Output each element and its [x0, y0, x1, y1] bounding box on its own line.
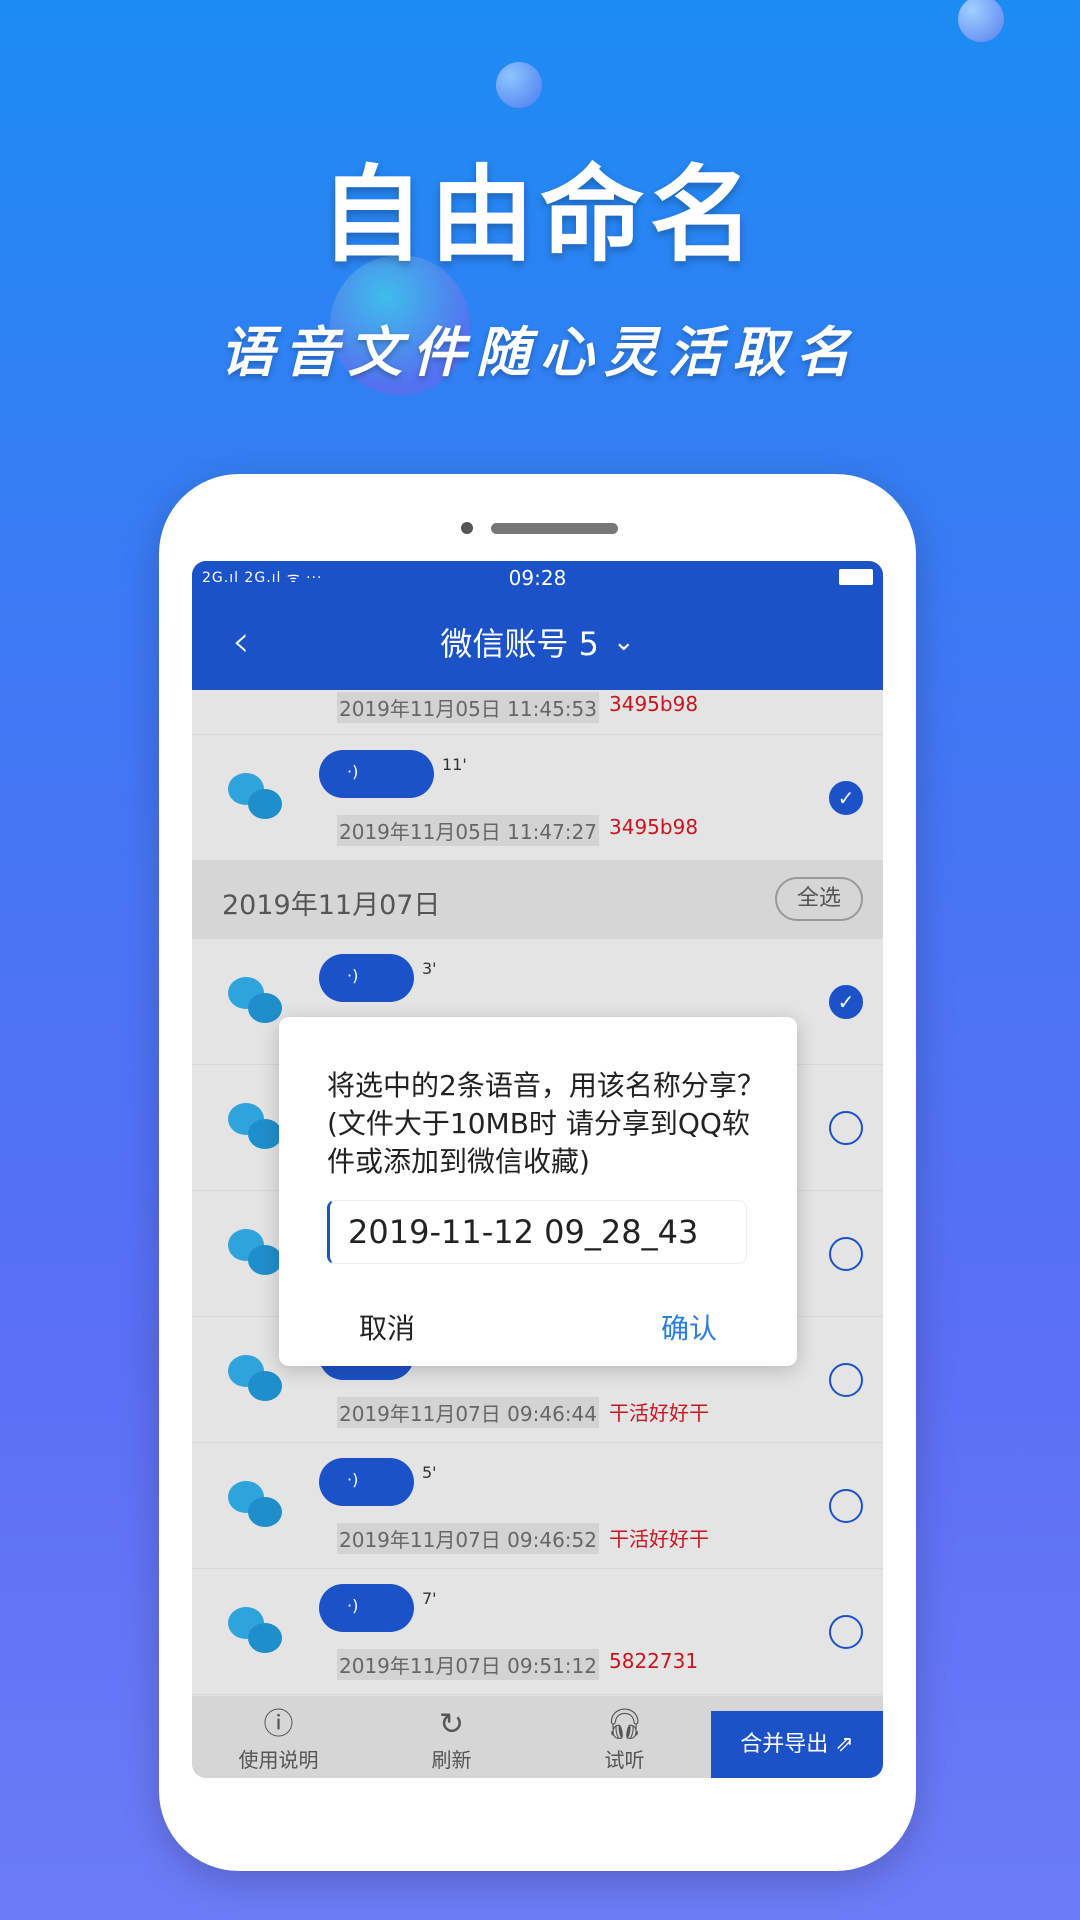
headphones-icon: 🎧︎: [605, 1707, 644, 1742]
date-label: 2019年11月07日: [222, 890, 441, 921]
rename-dialog: 将选中的2条语音，用该名称分享？(文件大于10MB时 请分享到QQ软件或添加到微…: [279, 1017, 797, 1366]
voice-play-button[interactable]: ·): [319, 750, 434, 798]
listen-label: 试听: [604, 1748, 645, 1772]
camera-dot: [461, 522, 473, 534]
filename-input[interactable]: 2019-11-12 09_28_43: [327, 1200, 747, 1264]
refresh-icon: ↻: [438, 1707, 465, 1742]
dialog-message: 将选中的2条语音，用该名称分享？(文件大于10MB时 请分享到QQ软件或添加到微…: [327, 1069, 765, 1178]
decor-circle: [496, 62, 542, 108]
nav-bar: ‹ 微信账号 5 ⌄: [192, 594, 883, 690]
voice-wave-icon: ·): [347, 1470, 359, 1489]
wechat-icon: [228, 977, 284, 1025]
status-bar: 2G.ıl 2G.ıl ᯤ ··· 09:28: [192, 561, 883, 594]
voice-row[interactable]: 2019年11月05日 11:45:53 3495b98: [192, 690, 883, 735]
wechat-icon: [228, 773, 284, 821]
share-icon: ⇗: [835, 1732, 854, 1757]
wechat-icon: [228, 1103, 284, 1151]
select-all-button[interactable]: 全选: [775, 877, 863, 921]
voice-tag: 干活好好干: [609, 1401, 709, 1425]
voice-wave-icon: ·): [347, 1596, 359, 1615]
account-title[interactable]: 微信账号 5: [440, 619, 599, 665]
duration: 11': [442, 755, 467, 774]
checked-checkbox[interactable]: ✓: [829, 781, 863, 815]
voice-tag: 3495b98: [609, 815, 699, 839]
voice-tag: 3495b98: [609, 692, 699, 716]
wechat-icon: [228, 1607, 284, 1655]
status-time: 09:28: [508, 565, 567, 590]
listen-button[interactable]: 🎧︎ 试听: [538, 1696, 711, 1778]
date-header: 2019年11月07日 全选: [192, 861, 883, 939]
checkbox[interactable]: [829, 1111, 863, 1145]
signal-icon: 2G.ıl 2G.ıl ᯤ ···: [202, 570, 323, 586]
decor-circle: [958, 0, 1004, 42]
help-button[interactable]: ⓘ 使用说明: [192, 1696, 365, 1778]
checkbox[interactable]: [829, 1615, 863, 1649]
timestamp: 2019年11月05日 11:45:53: [337, 692, 599, 723]
voice-row[interactable]: ·) 7' 2019年11月07日 09:51:12 5822731: [192, 1569, 883, 1695]
duration: 3': [422, 959, 437, 978]
checkbox[interactable]: [829, 1237, 863, 1271]
duration: 7': [422, 1589, 437, 1608]
voice-row[interactable]: ·) 11' 2019年11月05日 11:47:27 3495b98 ✓: [192, 735, 883, 861]
duration: 5': [422, 1463, 437, 1482]
speaker-bar: [491, 523, 618, 534]
timestamp: 2019年11月07日 09:51:12: [337, 1649, 599, 1680]
voice-play-button[interactable]: ·): [319, 1458, 414, 1506]
voice-play-button[interactable]: ·): [319, 1584, 414, 1632]
wechat-icon: [228, 1229, 284, 1277]
checked-checkbox[interactable]: ✓: [829, 985, 863, 1019]
cancel-button[interactable]: 取消: [359, 1307, 415, 1347]
question-circle-icon: ⓘ: [263, 1707, 294, 1742]
hero-title: 自由命名: [319, 154, 760, 276]
timestamp: 2019年11月07日 09:46:44: [337, 1397, 599, 1428]
refresh-label: 刷新: [431, 1748, 472, 1772]
wechat-icon: [228, 1481, 284, 1529]
voice-tag: 干活好好干: [609, 1527, 709, 1551]
timestamp: 2019年11月05日 11:47:27: [337, 815, 599, 846]
battery-icon: [839, 569, 873, 585]
chevron-left-icon[interactable]: ‹: [232, 616, 250, 667]
voice-play-button[interactable]: ·): [319, 954, 414, 1002]
refresh-button[interactable]: ↻ 刷新: [365, 1696, 538, 1778]
voice-wave-icon: ·): [347, 762, 359, 781]
hero-subtitle: 语音文件随心灵活取名: [220, 320, 860, 384]
checkbox[interactable]: [829, 1489, 863, 1523]
bottom-toolbar: ⓘ 使用说明 ↻ 刷新 🎧︎ 试听 合并导出 ⇗: [192, 1696, 883, 1778]
wechat-icon: [228, 1355, 284, 1403]
voice-tag: 5822731: [609, 1649, 699, 1673]
timestamp: 2019年11月07日 09:46:52: [337, 1523, 599, 1554]
help-label: 使用说明: [238, 1748, 319, 1772]
checkbox[interactable]: [829, 1363, 863, 1397]
merge-export-button[interactable]: 合并导出 ⇗: [711, 1711, 883, 1778]
export-label: 合并导出: [740, 1732, 829, 1757]
confirm-button[interactable]: 确认: [661, 1307, 717, 1347]
voice-row[interactable]: ·) 5' 2019年11月07日 09:46:52 干活好好干: [192, 1443, 883, 1569]
chevron-down-icon[interactable]: ⌄: [613, 627, 635, 657]
voice-wave-icon: ·): [347, 966, 359, 985]
